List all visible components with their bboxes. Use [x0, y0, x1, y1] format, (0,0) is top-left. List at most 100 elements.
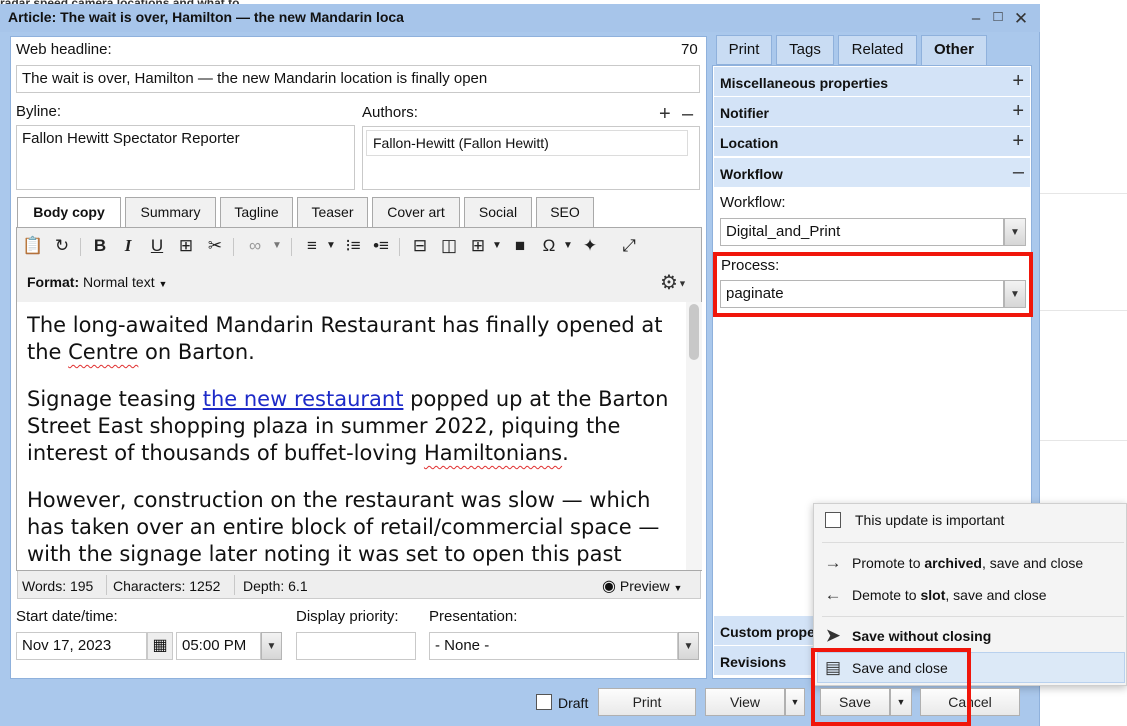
presentation-select[interactable]: - None -: [429, 632, 678, 660]
section-miscellaneous[interactable]: Miscellaneous properties +: [714, 67, 1030, 97]
demote-slot-option[interactable]: ← Demote to slot, save and close: [822, 585, 1047, 605]
align-dropdown-icon[interactable]: ▼: [320, 236, 342, 256]
chevron-down-icon: ▼: [673, 583, 683, 593]
menu-divider: [822, 542, 1124, 543]
table-dropdown-icon[interactable]: ▼: [486, 236, 508, 256]
expand-icon: +: [1012, 70, 1024, 92]
format-label: Format:: [27, 274, 80, 290]
bold-icon[interactable]: B: [89, 236, 111, 256]
minimize-icon[interactable]: –: [966, 10, 986, 27]
restaurant-link[interactable]: the new restaurant: [203, 387, 404, 411]
tab-summary[interactable]: Summary: [125, 197, 216, 227]
numbered-list-icon[interactable]: ⁝≡: [342, 236, 364, 256]
author-chip[interactable]: Fallon-Hewitt (Fallon Hewitt): [366, 130, 688, 156]
draft-label: Draft: [558, 695, 589, 711]
find-replace-icon[interactable]: ↻: [51, 236, 73, 256]
tab-print[interactable]: Print: [716, 35, 772, 65]
toolbar-divider: [291, 238, 292, 256]
process-highlight: [713, 252, 1033, 317]
display-priority-input[interactable]: [296, 632, 416, 660]
status-divider: [106, 575, 107, 595]
save-without-closing-option[interactable]: ➤ Save without closing: [822, 626, 991, 646]
background-divider: [1040, 440, 1127, 441]
depth-value: Depth: 6.1: [243, 578, 308, 594]
tab-social[interactable]: Social: [464, 197, 532, 227]
authors-label: Authors:: [362, 104, 418, 121]
draft-checkbox[interactable]: [536, 694, 552, 710]
body-text[interactable]: The long-awaited Mandarin Restaurant has…: [27, 312, 679, 570]
print-button[interactable]: Print: [598, 688, 696, 716]
important-checkbox[interactable]: [825, 512, 841, 528]
presentation-dropdown-icon[interactable]: ▼: [678, 632, 699, 660]
headline-input[interactable]: The wait is over, Hamilton — the new Man…: [16, 65, 700, 93]
eye-icon: ◉: [602, 578, 616, 595]
tab-tagline[interactable]: Tagline: [220, 197, 293, 227]
start-datetime-label: Start date/time:: [16, 608, 118, 625]
format-selector[interactable]: Format: Normal text ▼: [27, 274, 167, 290]
settings-gear-icon[interactable]: ⚙▼: [660, 270, 687, 295]
view-button[interactable]: View: [705, 688, 785, 716]
toolbar-divider: [233, 238, 234, 256]
link-dropdown-icon[interactable]: ▼: [266, 236, 288, 256]
presentation-label: Presentation:: [429, 608, 518, 625]
send-icon: ➤: [825, 626, 841, 645]
bulleted-list-icon[interactable]: •≡: [370, 236, 392, 256]
word-count: Words: 195: [22, 578, 94, 594]
calendar-icon[interactable]: ▦: [147, 632, 173, 660]
save-highlight: [811, 648, 971, 726]
background-divider: [1040, 193, 1127, 194]
tab-cover-art[interactable]: Cover art: [372, 197, 460, 227]
authors-list[interactable]: Fallon-Hewitt (Fallon Hewitt): [362, 126, 700, 190]
video-icon[interactable]: ■: [509, 236, 531, 256]
close-icon[interactable]: ✕: [1011, 9, 1031, 29]
italic-icon[interactable]: I: [117, 236, 139, 256]
start-date-input[interactable]: Nov 17, 2023: [16, 632, 147, 660]
byline-input[interactable]: Fallon Hewitt Spectator Reporter: [16, 125, 355, 190]
tab-body-copy[interactable]: Body copy: [17, 197, 121, 228]
underline-icon[interactable]: U: [146, 236, 168, 256]
preview-button[interactable]: ◉ Preview ▼: [602, 576, 682, 596]
special-char-dropdown-icon[interactable]: ▼: [557, 236, 579, 256]
tab-related[interactable]: Related: [838, 35, 917, 65]
time-dropdown-icon[interactable]: ▼: [261, 632, 282, 660]
promote-archived-option[interactable]: → Promote to archived, save and close: [822, 553, 1084, 573]
character-count: Characters: 1252: [113, 578, 221, 594]
fullscreen-icon[interactable]: ⤢: [618, 236, 640, 256]
workflow-select[interactable]: Digital_and_Print: [720, 218, 1004, 246]
body-paragraph: Signage teasing the new restaurant poppe…: [27, 387, 669, 465]
format-value: Normal text: [83, 274, 155, 290]
view-dropdown-icon[interactable]: ▼: [785, 688, 805, 716]
section-location[interactable]: Location +: [714, 127, 1030, 157]
section-workflow[interactable]: Workflow –: [714, 158, 1030, 188]
display-priority-label: Display priority:: [296, 608, 399, 625]
maximize-icon[interactable]: □: [988, 8, 1008, 25]
insert-block-icon[interactable]: ⊞: [175, 236, 197, 256]
paste-icon[interactable]: 📋: [22, 236, 44, 256]
tab-other[interactable]: Other: [921, 35, 987, 66]
expand-icon: +: [1012, 130, 1024, 152]
workflow-dropdown-icon[interactable]: ▼: [1004, 218, 1026, 246]
toolbar-divider: [399, 238, 400, 256]
add-author-icon[interactable]: +: [659, 104, 671, 124]
collapse-icon: –: [1012, 161, 1024, 183]
start-time-input[interactable]: 05:00 PM: [176, 632, 261, 660]
tab-tags[interactable]: Tags: [776, 35, 834, 65]
tab-seo[interactable]: SEO: [536, 197, 594, 227]
link-icon[interactable]: ∞: [244, 236, 266, 256]
body-paragraph: However, construction on the restaurant …: [27, 488, 660, 566]
remove-author-icon[interactable]: –: [682, 104, 693, 124]
background-divider: [1040, 310, 1127, 311]
headline-label: Web headline:: [16, 41, 112, 58]
cut-icon[interactable]: ✂: [204, 236, 226, 256]
page-break-icon[interactable]: ◫: [438, 236, 460, 256]
chevron-down-icon: ▼: [158, 279, 168, 289]
editor-scroll-thumb[interactable]: [689, 304, 699, 360]
menu-divider: [822, 616, 1124, 617]
twitter-icon[interactable]: ✦: [579, 236, 601, 256]
section-notifier[interactable]: Notifier +: [714, 97, 1030, 127]
tab-teaser[interactable]: Teaser: [297, 197, 368, 227]
horizontal-rule-icon[interactable]: ⊟: [409, 236, 431, 256]
byline-label: Byline:: [16, 103, 62, 120]
status-divider: [234, 575, 235, 595]
important-update-option[interactable]: This update is important: [822, 512, 1004, 528]
